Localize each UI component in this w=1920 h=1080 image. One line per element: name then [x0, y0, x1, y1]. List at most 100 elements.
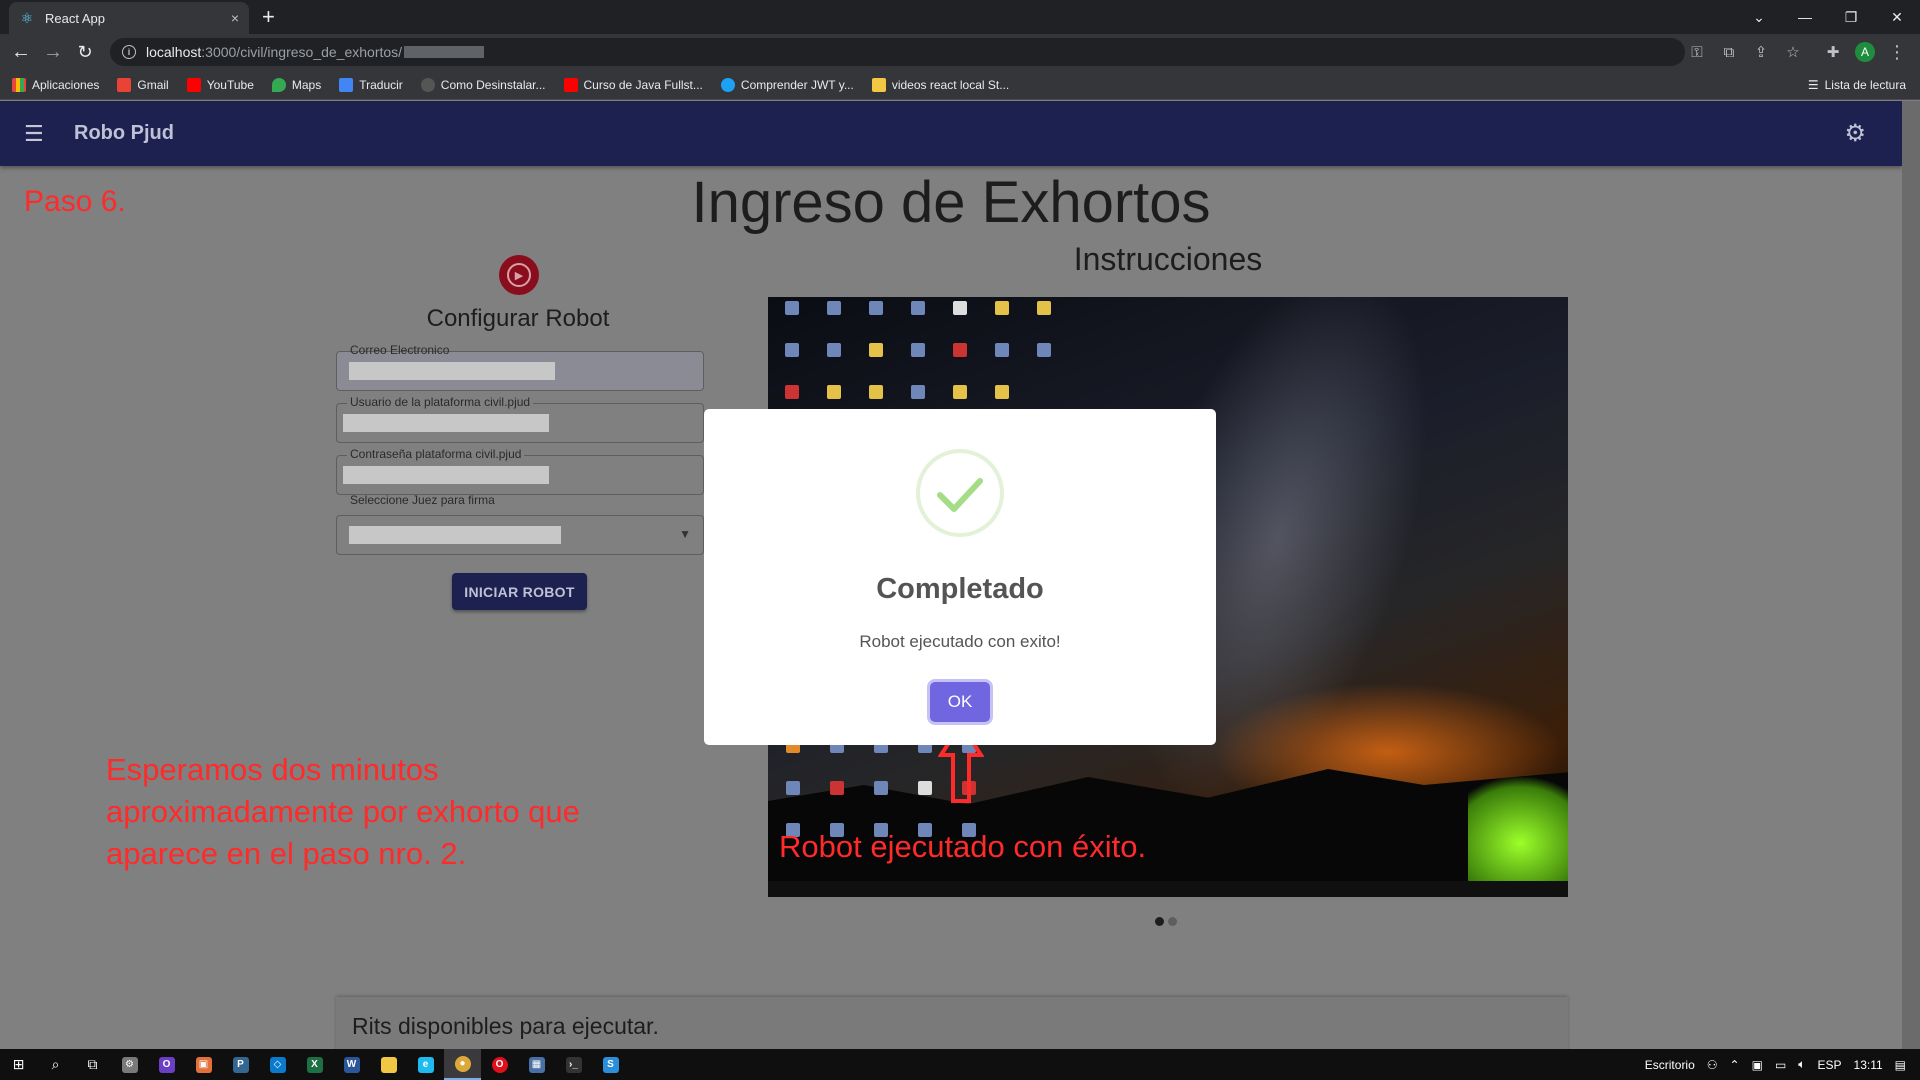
bookmark-label: Gmail — [137, 77, 169, 92]
react-icon: ⚛ — [20, 9, 34, 26]
site-icon — [720, 77, 735, 92]
bookmark-youtube[interactable]: YouTube — [186, 77, 254, 92]
app-title: Robo Pjud — [74, 122, 174, 144]
scrollbar[interactable] — [1902, 101, 1920, 1049]
clock[interactable]: 13:11 — [1854, 1058, 1883, 1072]
search-icon[interactable]: ⌕ — [37, 1049, 74, 1080]
word-icon[interactable]: W — [333, 1049, 370, 1080]
email-value-redacted — [349, 362, 555, 380]
bookmark-star-icon[interactable]: ☆ — [1778, 34, 1808, 70]
network-icon[interactable]: ▭ — [1775, 1058, 1786, 1072]
profile-avatar[interactable]: A — [1850, 34, 1880, 70]
menu-icon[interactable]: ☰ — [24, 121, 52, 147]
bookmark-java[interactable]: Curso de Java Fullst... — [563, 77, 703, 92]
excel-icon[interactable]: X — [296, 1049, 333, 1080]
screenshot-taskbar — [768, 881, 1568, 897]
taskbar-app-icon[interactable]: O — [148, 1049, 185, 1080]
vscode-icon[interactable]: ◇ — [259, 1049, 296, 1080]
browser-toolbar: ← → ↻ i localhost :3000/civil/ingreso_de… — [0, 34, 1920, 70]
dropdown-arrow-icon: ▼ — [679, 527, 691, 541]
notification-icon[interactable]: ▣ — [1752, 1058, 1763, 1072]
play-circle-icon: ▶ — [499, 255, 539, 295]
judge-select[interactable]: ▼ — [336, 515, 704, 555]
translate-icon[interactable]: ⧉ — [1714, 34, 1744, 70]
bookmark-label: YouTube — [206, 77, 254, 92]
chrome-icon[interactable]: ● — [444, 1049, 481, 1080]
bookmark-maps[interactable]: Maps — [271, 77, 321, 92]
chrome-menu-icon[interactable]: ⋮ — [1882, 34, 1912, 70]
email-label: Correo Electronico — [350, 343, 450, 357]
windows-taskbar: ⊞ ⌕ ⧉ ⚙ O ▣ P ◇ X W e ● O ▦ ›_ S Escrito… — [0, 1049, 1920, 1080]
extensions-icon[interactable]: ✚ — [1818, 34, 1848, 70]
judge-value-redacted — [349, 526, 561, 544]
reading-list-label: Lista de lectura — [1824, 78, 1906, 92]
gmail-icon — [117, 77, 132, 92]
taskbar-app-icon[interactable]: ▦ — [518, 1049, 555, 1080]
profile-initial: A — [1855, 42, 1875, 62]
windows-start-icon[interactable]: ⊞ — [0, 1049, 37, 1080]
taskbar-app-icon[interactable]: ▣ — [185, 1049, 222, 1080]
minimize-button[interactable]: — — [1782, 0, 1828, 34]
back-icon[interactable]: ← — [6, 34, 36, 70]
bookmark-label: Como Desinstalar... — [440, 77, 546, 92]
translate-bookmark-icon — [339, 77, 354, 92]
success-dialog: Completado Robot ejecutado con exito! OK — [704, 409, 1216, 745]
bookmark-translate[interactable]: Traducir — [339, 77, 403, 92]
bookmark-label: Comprender JWT y... — [740, 77, 854, 92]
file-explorer-icon[interactable] — [370, 1049, 407, 1080]
success-check-icon — [916, 449, 1004, 537]
bookmark-label: Curso de Java Fullst... — [583, 77, 703, 92]
share-icon[interactable]: ⇪ — [1746, 34, 1776, 70]
carousel-dot-active[interactable] — [1155, 917, 1164, 926]
app-bar: ☰ Robo Pjud ⚙ — [0, 101, 1902, 166]
desktop-toolbar-label[interactable]: Escritorio — [1645, 1058, 1695, 1072]
close-window-button[interactable]: ✕ — [1874, 0, 1920, 34]
address-bar[interactable]: i localhost :3000/civil/ingreso_de_exhor… — [110, 38, 1685, 66]
task-view-icon[interactable]: ⧉ — [74, 1049, 111, 1080]
tray-overflow-icon[interactable]: ⌃ — [1730, 1058, 1740, 1072]
youtube-icon — [563, 77, 578, 92]
bookmark-apps[interactable]: Aplicaciones — [12, 77, 99, 92]
carousel-dot[interactable] — [1168, 917, 1177, 926]
terminal-icon[interactable]: ›_ — [555, 1049, 592, 1080]
password-value-redacted — [343, 466, 549, 484]
forward-icon[interactable]: → — [38, 34, 68, 70]
bookmark-gmail[interactable]: Gmail — [117, 77, 169, 92]
maps-icon — [271, 77, 286, 92]
people-icon[interactable]: ⚇ — [1707, 1058, 1718, 1072]
rits-card: Rits disponibles para ejecutar. — [336, 997, 1568, 1049]
tab-search-icon[interactable]: ⌄ — [1736, 0, 1782, 34]
email-field[interactable]: Correo Electronico — [336, 343, 704, 391]
bookmark-jwt[interactable]: Comprender JWT y... — [720, 77, 854, 92]
rits-title: Rits disponibles para ejecutar. — [352, 1013, 659, 1039]
action-center-icon[interactable]: ▤ — [1895, 1058, 1906, 1072]
tab-title: React App — [45, 10, 105, 26]
taskbar-app-icon[interactable]: S — [592, 1049, 629, 1080]
redacted-block — [404, 46, 485, 58]
new-tab-button[interactable]: + — [262, 4, 275, 30]
key-icon[interactable]: ⚿ — [1682, 34, 1712, 70]
bookmark-uninstall[interactable]: Como Desinstalar... — [420, 77, 546, 92]
language-indicator[interactable]: ESP — [1818, 1058, 1842, 1072]
password-field[interactable]: Contraseña plataforma civil.pjud — [336, 447, 704, 495]
reload-icon[interactable]: ↻ — [70, 34, 100, 70]
site-info-icon[interactable]: i — [122, 45, 136, 59]
browser-tab[interactable]: ⚛ React App × — [9, 2, 249, 34]
volume-icon[interactable]: 🔈︎ — [1798, 1057, 1805, 1072]
dialog-title: Completado — [876, 573, 1044, 605]
internet-explorer-icon[interactable]: e — [407, 1049, 444, 1080]
opera-icon[interactable]: O — [481, 1049, 518, 1080]
reading-list-button[interactable]: ☰ Lista de lectura — [1808, 70, 1906, 100]
tab-close-icon[interactable]: × — [231, 10, 239, 26]
password-label: Contraseña plataforma civil.pjud — [347, 447, 525, 461]
apps-grid-icon — [12, 77, 26, 92]
page-title: Ingreso de Exhortos — [691, 170, 1211, 235]
taskbar-app-icon[interactable]: P — [222, 1049, 259, 1080]
restore-button[interactable]: ❐ — [1828, 0, 1874, 34]
taskbar-app-icon[interactable]: ⚙ — [111, 1049, 148, 1080]
start-robot-button[interactable]: INICIAR ROBOT — [452, 573, 587, 610]
bookmark-videos-folder[interactable]: videos react local St... — [871, 77, 1009, 92]
ok-button[interactable]: OK — [930, 682, 990, 722]
gear-icon[interactable]: ⚙ — [1844, 119, 1866, 148]
user-field[interactable]: Usuario de la plataforma civil.pjud — [336, 395, 704, 443]
